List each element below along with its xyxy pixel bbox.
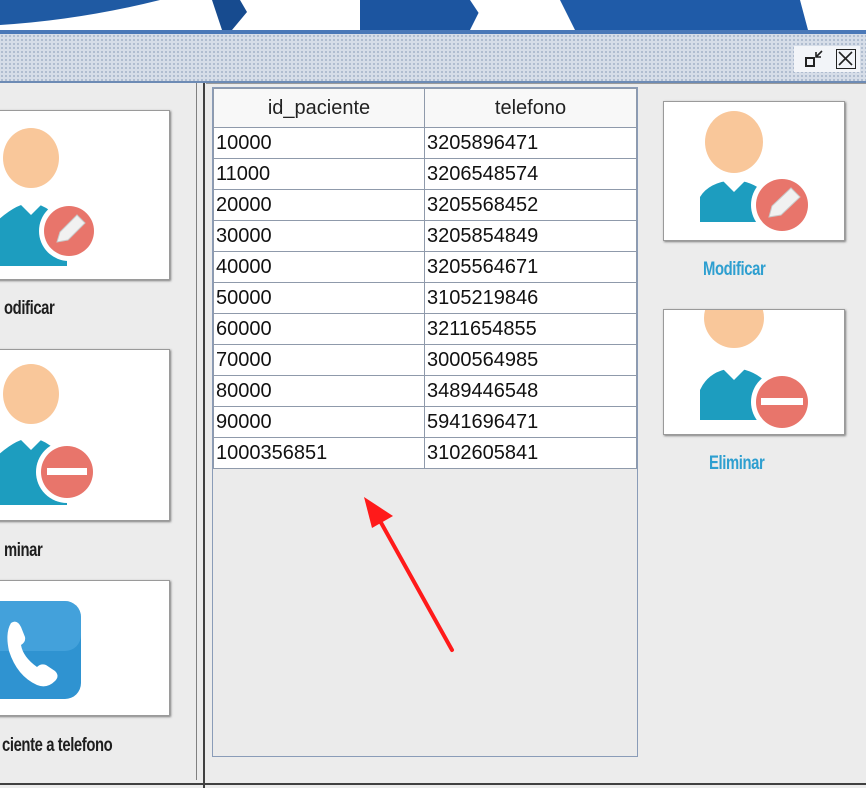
cell-id-paciente[interactable]: 80000 [213, 375, 425, 407]
user-remove-icon [700, 310, 813, 433]
cell-telefono[interactable]: 3206548574 [424, 158, 637, 190]
phone-icon [0, 601, 81, 699]
cell-id-paciente[interactable]: 50000 [213, 282, 425, 314]
table-header-row: id_paciente telefono [213, 88, 637, 128]
cell-id-paciente[interactable]: 11000 [213, 158, 425, 190]
table-row[interactable]: 40000 3205564671 [213, 251, 637, 283]
cell-telefono[interactable]: 3211654855 [424, 313, 637, 345]
table-row[interactable]: 1000356851 3102605841 [213, 437, 637, 469]
user-edit-icon [700, 111, 813, 236]
cell-telefono[interactable]: 3205854849 [424, 220, 637, 252]
cell-id-paciente[interactable]: 90000 [213, 406, 425, 438]
delete-caption: Eliminar [709, 453, 765, 474]
cell-telefono[interactable]: 3205564671 [424, 251, 637, 283]
cell-telefono[interactable]: 3205896471 [424, 127, 637, 159]
column-header-telefono[interactable]: telefono [424, 88, 637, 128]
delete-button-left[interactable] [0, 349, 170, 521]
patient-phone-table: id_paciente telefono 10000 3205896471 110… [213, 88, 637, 469]
modify-caption-left: odificar [4, 298, 55, 319]
cell-id-paciente[interactable]: 70000 [213, 344, 425, 376]
left-button-panel: odificar minar ciente a telefono [0, 83, 197, 780]
table-row[interactable]: 11000 3206548574 [213, 158, 637, 190]
panel-divider [203, 83, 205, 788]
cell-telefono[interactable]: 5941696471 [424, 406, 637, 438]
close-icon[interactable] [836, 49, 856, 69]
cell-id-paciente[interactable]: 10000 [213, 127, 425, 159]
user-remove-icon [0, 364, 98, 505]
table-row[interactable]: 50000 3105219846 [213, 282, 637, 314]
cell-telefono[interactable]: 3102605841 [424, 437, 637, 469]
patient-phone-caption: ciente a telefono [2, 735, 113, 756]
desktop-background [0, 0, 866, 30]
cell-telefono[interactable]: 3489446548 [424, 375, 637, 407]
window-title-bar[interactable] [0, 30, 866, 83]
column-header-id-paciente[interactable]: id_paciente [213, 88, 425, 128]
table-row[interactable]: 60000 3211654855 [213, 313, 637, 345]
cell-id-paciente[interactable]: 40000 [213, 251, 425, 283]
table-row[interactable]: 30000 3205854849 [213, 220, 637, 252]
modify-button-left[interactable] [0, 110, 170, 280]
cell-telefono[interactable]: 3105219846 [424, 282, 637, 314]
frame-bottom-border [0, 783, 866, 785]
table-row[interactable]: 20000 3205568452 [213, 189, 637, 221]
patient-phone-button[interactable] [0, 580, 170, 716]
frame-content: odificar minar ciente a telefono id_paci… [0, 83, 866, 788]
table-row[interactable]: 10000 3205896471 [213, 127, 637, 159]
table-scroll-pane[interactable]: id_paciente telefono 10000 3205896471 110… [212, 87, 638, 757]
background-graphic [0, 0, 808, 30]
delete-caption-left: minar [4, 540, 43, 561]
delete-button[interactable] [663, 309, 845, 435]
cell-id-paciente[interactable]: 60000 [213, 313, 425, 345]
table-row[interactable]: 70000 3000564985 [213, 344, 637, 376]
cell-telefono[interactable]: 3000564985 [424, 344, 637, 376]
cell-id-paciente[interactable]: 1000356851 [213, 437, 425, 469]
window-controls [794, 46, 860, 72]
cell-id-paciente[interactable]: 20000 [213, 189, 425, 221]
cell-telefono[interactable]: 3205568452 [424, 189, 637, 221]
table-row[interactable]: 90000 5941696471 [213, 406, 637, 438]
table-row[interactable]: 80000 3489446548 [213, 375, 637, 407]
modify-button[interactable] [663, 101, 845, 241]
cell-id-paciente[interactable]: 30000 [213, 220, 425, 252]
restore-down-icon[interactable] [804, 49, 824, 69]
modify-caption: Modificar [703, 259, 766, 280]
right-panel: id_paciente telefono 10000 3205896471 110… [206, 83, 866, 781]
user-edit-icon [0, 128, 99, 266]
